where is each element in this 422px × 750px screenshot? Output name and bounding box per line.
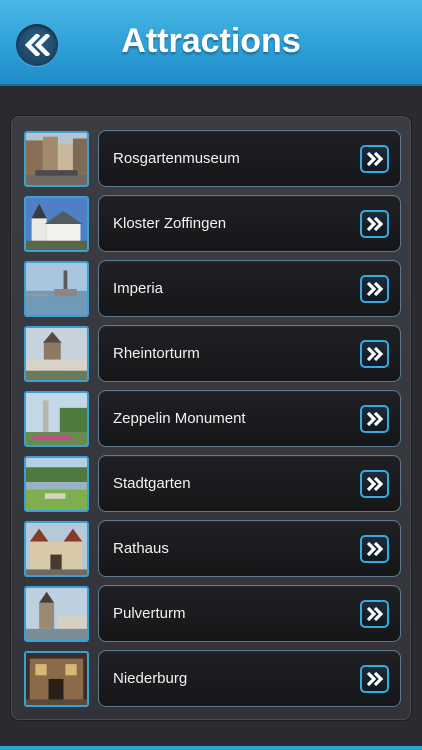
park-photo (24, 456, 89, 512)
old-building-photo (24, 651, 89, 707)
page-title: Attractions (121, 22, 301, 60)
attraction-button[interactable]: Zeppelin Monument (98, 390, 401, 447)
list-item[interactable]: Pulverturm (24, 585, 401, 642)
attraction-label: Rosgartenmuseum (113, 150, 240, 167)
open-button[interactable] (360, 210, 389, 238)
double-chevron-right-icon (366, 476, 383, 492)
double-chevron-right-icon (366, 281, 383, 297)
street-square-photo (24, 131, 89, 187)
double-chevron-right-icon (366, 541, 383, 557)
attraction-label: Rheintorturm (113, 345, 200, 362)
attraction-button[interactable]: Rosgartenmuseum (98, 130, 401, 187)
attraction-label: Zeppelin Monument (113, 410, 246, 427)
attractions-list: Rosgartenmuseum Kloster Zoffingen Imperi… (11, 116, 411, 720)
list-item[interactable]: Stadtgarten (24, 455, 401, 512)
open-button[interactable] (360, 145, 389, 173)
attraction-button[interactable]: Imperia (98, 260, 401, 317)
double-chevron-right-icon (366, 151, 383, 167)
round-tower-photo (24, 586, 89, 642)
list-item[interactable]: Imperia (24, 260, 401, 317)
double-chevron-right-icon (366, 346, 383, 362)
open-button[interactable] (360, 340, 389, 368)
list-item[interactable]: Kloster Zoffingen (24, 195, 401, 252)
open-button[interactable] (360, 535, 389, 563)
double-chevron-right-icon (366, 606, 383, 622)
attraction-button[interactable]: Rathaus (98, 520, 401, 577)
attraction-label: Rathaus (113, 540, 169, 557)
town-hall-photo (24, 521, 89, 577)
open-button[interactable] (360, 275, 389, 303)
list-item[interactable]: Zeppelin Monument (24, 390, 401, 447)
attraction-label: Stadtgarten (113, 475, 191, 492)
attraction-label: Pulverturm (113, 605, 186, 622)
attraction-button[interactable]: Rheintorturm (98, 325, 401, 382)
monument-photo (24, 391, 89, 447)
attraction-button[interactable]: Kloster Zoffingen (98, 195, 401, 252)
attraction-button[interactable]: Stadtgarten (98, 455, 401, 512)
church-photo (24, 196, 89, 252)
header-bar: Attractions (0, 0, 422, 86)
double-chevron-right-icon (366, 671, 383, 687)
open-button[interactable] (360, 405, 389, 433)
open-button[interactable] (360, 665, 389, 693)
open-button[interactable] (360, 600, 389, 628)
list-item[interactable]: Rathaus (24, 520, 401, 577)
double-chevron-right-icon (366, 216, 383, 232)
tower-photo (24, 326, 89, 382)
attraction-label: Niederburg (113, 670, 188, 687)
attraction-button[interactable]: Pulverturm (98, 585, 401, 642)
harbor-statue-photo (24, 261, 89, 317)
list-item[interactable]: Rosgartenmuseum (24, 130, 401, 187)
attraction-button[interactable]: Niederburg (98, 650, 401, 707)
attraction-label: Kloster Zoffingen (113, 215, 227, 232)
list-item[interactable]: Niederburg (24, 650, 401, 707)
list-item[interactable]: Rheintorturm (24, 325, 401, 382)
open-button[interactable] (360, 470, 389, 498)
bottom-accent-bar (0, 746, 422, 750)
attraction-label: Imperia (113, 280, 164, 297)
double-chevron-right-icon (366, 411, 383, 427)
